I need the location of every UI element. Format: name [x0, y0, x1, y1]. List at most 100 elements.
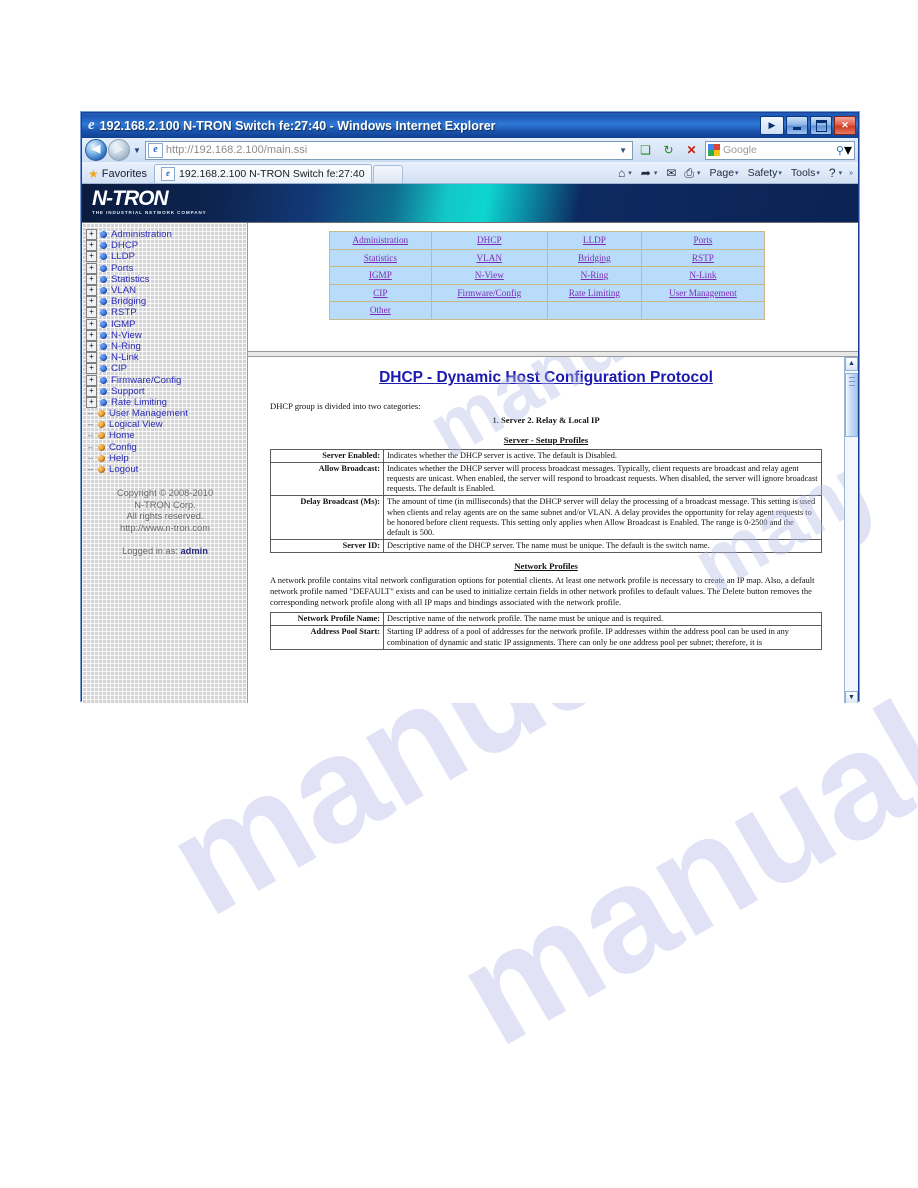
back-button[interactable]: ◀ [85, 139, 107, 161]
chevron-down-icon[interactable]: ▾ [628, 169, 632, 177]
chevron-down-icon[interactable]: ▾ [654, 169, 658, 177]
address-dropdown-icon[interactable]: ▼ [616, 146, 630, 155]
nav-table-cell[interactable]: VLAN [430, 248, 548, 267]
sidebar-item-n-link[interactable]: + N-Link [86, 352, 247, 364]
sidebar-item-dhcp[interactable]: + DHCP [86, 240, 247, 252]
sidebar-item-logical-view[interactable]: – Logical View [86, 419, 247, 430]
sidebar-item-logout[interactable]: – Logout [86, 464, 247, 475]
nav-link-firmware-config[interactable]: Firmware/Config [457, 288, 521, 298]
sidebar-item-n-view[interactable]: + N-View [86, 329, 247, 341]
sidebar-item-cip[interactable]: + CIP [86, 363, 247, 375]
expand-icon[interactable]: + [86, 285, 97, 297]
chevron-down-icon[interactable]: ▾ [816, 169, 820, 177]
refresh-icon[interactable]: ↻ [658, 140, 679, 161]
sidebar-item-rate-limiting[interactable]: + Rate Limiting [86, 396, 247, 408]
expand-icon[interactable]: + [86, 262, 97, 274]
nav-link-igmp[interactable]: IGMP [369, 270, 392, 280]
sidebar-item-igmp[interactable]: + IGMP [86, 318, 247, 330]
nav-table-cell[interactable]: Firmware/Config [430, 283, 548, 302]
favorites-button[interactable]: ★ Favorites [86, 165, 154, 183]
sidebar-item-statistics[interactable]: + Statistics [86, 273, 247, 285]
nav-table-cell[interactable]: LLDP [546, 231, 642, 250]
nav-link-statistics[interactable]: Statistics [364, 253, 397, 263]
expand-icon[interactable]: + [86, 352, 97, 364]
nav-link-n-ring[interactable]: N-Ring [581, 270, 609, 280]
nav-link-vlan[interactable]: VLAN [477, 253, 503, 263]
sidebar-item-lldp[interactable]: + LLDP [86, 251, 247, 263]
vertical-scrollbar[interactable]: ▲ ▼ [844, 357, 858, 703]
nav-table-cell[interactable]: Rate Limiting [546, 283, 642, 302]
sidebar-item-n-ring[interactable]: + N-Ring [86, 340, 247, 352]
sidebar-item-support[interactable]: + Support [86, 385, 247, 397]
expand-icon[interactable]: + [86, 296, 97, 308]
sidebar-item-config[interactable]: – Config [86, 442, 247, 453]
expand-icon[interactable]: + [86, 307, 97, 319]
play-button[interactable]: ▶ [760, 116, 784, 135]
nav-table-cell[interactable]: DHCP [430, 231, 548, 250]
stop-icon[interactable]: ✕ [681, 140, 702, 161]
expand-icon[interactable]: + [86, 374, 97, 386]
scrollbar-thumb[interactable] [845, 373, 858, 437]
safety-menu[interactable]: Safety ▾ [745, 167, 788, 179]
browser-tab[interactable]: e 192.168.2.100 N-TRON Switch fe:27:40 [154, 164, 372, 183]
expand-icon[interactable]: + [86, 396, 97, 408]
nav-table-cell[interactable]: CIP [329, 283, 432, 302]
mail-button[interactable]: ✉ [663, 166, 681, 180]
help-button[interactable]: ? ▾ [826, 166, 848, 180]
chevron-down-icon[interactable]: ▾ [697, 169, 701, 177]
nav-table-cell[interactable]: N-View [430, 266, 548, 285]
home-button[interactable]: ⌂ ▾ [615, 166, 638, 180]
search-icon[interactable]: ⚲ [836, 144, 844, 157]
nav-link-n-view[interactable]: N-View [475, 270, 504, 280]
nav-table-cell[interactable]: RSTP [640, 248, 766, 267]
scroll-down-button[interactable]: ▼ [845, 691, 858, 703]
expand-icon[interactable]: + [86, 229, 97, 241]
expand-icon[interactable]: + [86, 340, 97, 352]
expand-icon[interactable]: + [86, 273, 97, 285]
nav-link-n-link[interactable]: N-Link [689, 270, 716, 280]
address-input[interactable]: e http://192.168.2.100/main.ssi ▼ [144, 140, 633, 160]
nav-link-other[interactable]: Other [370, 305, 391, 315]
print-button[interactable]: ⎙ ▾ [681, 166, 706, 181]
nav-table-cell[interactable]: Statistics [329, 248, 432, 267]
expand-icon[interactable]: + [86, 329, 97, 341]
search-input[interactable]: Google ⚲ ▾ [705, 140, 855, 160]
nav-table-cell[interactable]: Ports [640, 231, 766, 250]
nav-link-user-management[interactable]: User Management [669, 288, 737, 298]
expand-icon[interactable]: + [86, 318, 97, 330]
nav-link-cip[interactable]: CIP [373, 288, 387, 298]
scroll-up-button[interactable]: ▲ [845, 357, 858, 371]
chevron-down-icon[interactable]: ▾ [735, 169, 739, 177]
sidebar-item-firmware-config[interactable]: + Firmware/Config [86, 374, 247, 386]
sidebar-item-home[interactable]: – Home [86, 430, 247, 441]
nav-table-cell[interactable]: N-Link [640, 266, 766, 285]
tools-menu[interactable]: Tools ▾ [788, 167, 826, 179]
nav-table-cell[interactable]: Bridging [546, 248, 642, 267]
nav-link-rstp[interactable]: RSTP [692, 253, 714, 263]
new-tab-button[interactable] [372, 165, 403, 183]
expand-icon[interactable]: + [86, 251, 97, 263]
nav-link-rate-limiting[interactable]: Rate Limiting [569, 288, 620, 298]
sidebar-item-rstp[interactable]: + RSTP [86, 307, 247, 319]
nav-table-cell[interactable]: IGMP [329, 266, 432, 285]
expand-icon[interactable]: + [86, 240, 97, 252]
sidebar-item-bridging[interactable]: + Bridging [86, 296, 247, 308]
sidebar-item-vlan[interactable]: + VLAN [86, 285, 247, 297]
history-dropdown-icon[interactable]: ▼ [133, 146, 141, 155]
compatibility-view-icon[interactable]: ❑ [635, 140, 656, 161]
chevron-down-icon[interactable]: ▾ [839, 169, 843, 177]
feeds-button[interactable]: ➦ ▾ [638, 166, 664, 180]
sidebar-item-administration[interactable]: + Administration [86, 229, 247, 241]
nav-table-cell[interactable]: N-Ring [546, 266, 642, 285]
close-button[interactable]: ✕ [834, 116, 856, 135]
copyright-url[interactable]: http://www.n-tron.com [86, 523, 244, 535]
nav-link-bridging[interactable]: Bridging [578, 253, 611, 263]
sidebar-item-user-management[interactable]: – User Management [86, 408, 247, 419]
nav-table-cell[interactable]: User Management [640, 283, 766, 302]
nav-table-cell[interactable]: Other [329, 301, 432, 320]
minimize-button[interactable] [786, 116, 808, 135]
nav-link-administration[interactable]: Administration [353, 235, 409, 245]
expand-icon[interactable]: + [86, 385, 97, 397]
chevron-down-icon[interactable]: ▾ [778, 169, 782, 177]
search-provider-caret-icon[interactable]: ▾ [844, 140, 852, 160]
